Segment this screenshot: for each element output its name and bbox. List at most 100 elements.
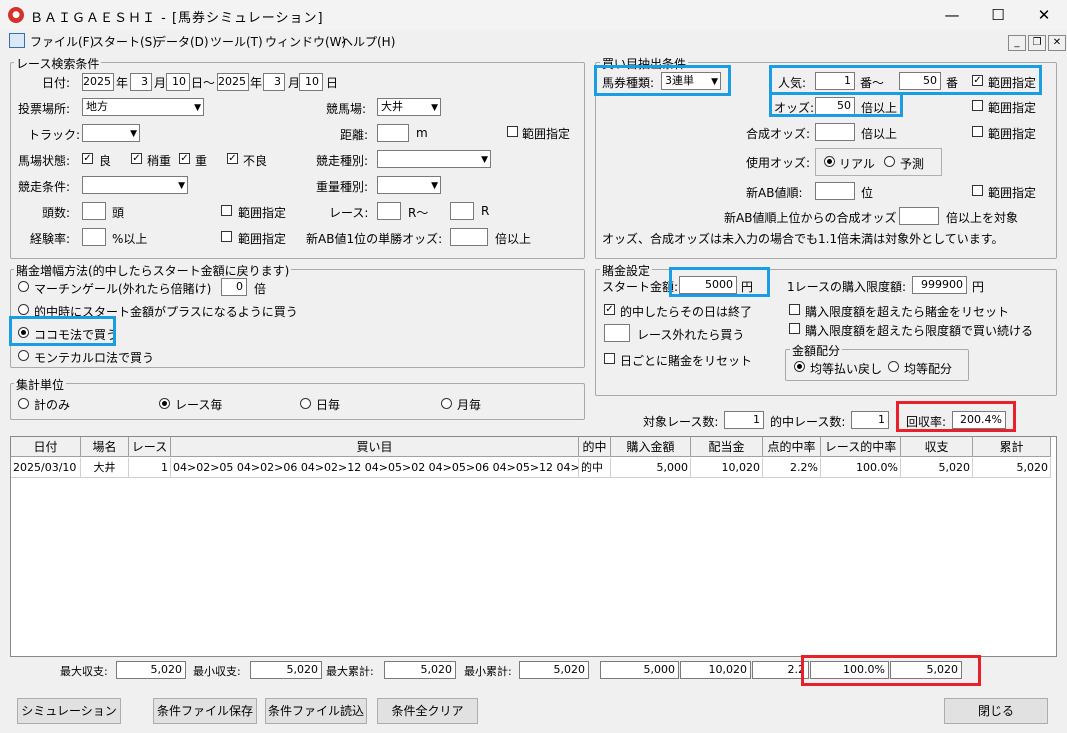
purchase-total: 5,000 (600, 661, 679, 679)
exp-range-checkbox[interactable] (221, 231, 232, 242)
col-purchase-header[interactable]: 購入金額 (611, 437, 691, 457)
menu-bar: ファイル(F) スタート(S) データ(D) ツール(T) ウィンドウ(W) ヘ… (0, 30, 1067, 51)
simulate-button[interactable]: シミュレーション (17, 698, 121, 724)
cond-bad-checkbox[interactable]: ✓ (227, 153, 238, 164)
venue-value: 地方 (86, 100, 108, 113)
reset-over-checkbox[interactable] (789, 304, 800, 315)
martingale-input[interactable]: 0 (221, 278, 247, 296)
mdi-restore-icon[interactable]: ❐ (1028, 35, 1046, 51)
race-from-input[interactable] (377, 202, 401, 220)
martingale-unit: 倍 (254, 282, 267, 296)
equal-dist-label: 均等配分 (904, 362, 953, 376)
distance-range-checkbox[interactable] (507, 126, 518, 137)
mdi-minimize-icon[interactable]: _ (1008, 35, 1026, 51)
course-label: 競馬場: (326, 102, 367, 116)
mdi-close-icon[interactable]: ✕ (1048, 35, 1066, 51)
venue-label: 投票場所: (18, 102, 71, 116)
use-odds-label: 使用オッズ: (746, 156, 811, 170)
col-race-rate-header[interactable]: レース的中率 (821, 437, 901, 457)
load-conditions-button[interactable]: 条件ファイル読込 (265, 698, 367, 724)
monte-radio[interactable] (18, 350, 29, 361)
race-type-select[interactable]: ▼ (377, 150, 491, 168)
track-select[interactable]: ▼ (82, 124, 140, 142)
hit-race-label: 的中レース数: (770, 415, 846, 429)
total-only-radio[interactable] (18, 398, 29, 409)
window-title: ＢＡＩＧＡＥＳＨＩ - [馬券シミュレーション] (30, 11, 324, 26)
from-month-input[interactable]: 3 (130, 73, 152, 91)
ab-top-input[interactable] (899, 207, 939, 225)
monthly-radio[interactable] (441, 398, 452, 409)
condition-label: 馬場状態: (18, 154, 71, 168)
weight-type-select[interactable]: ▼ (377, 176, 441, 194)
course-select[interactable]: 大井 ▼ (377, 98, 441, 116)
menu-file[interactable]: ファイル(F) (30, 33, 94, 50)
col-date-header[interactable]: 日付 (11, 437, 81, 457)
per-race-radio[interactable] (159, 398, 170, 409)
menu-data[interactable]: データ(D) (154, 33, 209, 50)
head-range-checkbox[interactable] (221, 205, 232, 216)
close-icon[interactable]: ✕ (1021, 0, 1067, 30)
to-month-input[interactable]: 3 (263, 73, 285, 91)
equal-return-radio[interactable] (794, 361, 805, 372)
from-year-input[interactable]: 2025 (82, 73, 114, 91)
odds-forecast-radio[interactable] (884, 156, 895, 167)
col-payout-header[interactable]: 配当金 (691, 437, 763, 457)
combined-range-checkbox[interactable] (972, 126, 983, 137)
col-point-rate-header[interactable]: 点的中率 (763, 437, 821, 457)
cond-heavy-checkbox[interactable]: ✓ (179, 153, 190, 164)
menu-window[interactable]: ウィンドウ(W) (265, 33, 346, 50)
cond-good-checkbox[interactable]: ✓ (82, 153, 93, 164)
col-race-header[interactable]: レース (129, 437, 171, 457)
miss-count-input[interactable] (604, 324, 630, 342)
minimize-icon[interactable]: — (929, 0, 975, 30)
ab-top-unit: 倍以上を対象 (946, 211, 1019, 225)
ab-rank-range-checkbox[interactable] (972, 185, 983, 196)
ab-odds-input[interactable] (450, 228, 488, 246)
head-count-input[interactable] (82, 202, 106, 220)
race-to-input[interactable] (450, 202, 474, 220)
martingale-radio[interactable] (18, 281, 29, 292)
to-year-input[interactable]: 2025 (217, 73, 249, 91)
daily-radio[interactable] (300, 398, 311, 409)
distance-input[interactable] (377, 124, 409, 142)
chevron-down-icon: ▼ (178, 181, 185, 191)
from-day-input[interactable]: 10 (166, 73, 190, 91)
maximize-icon[interactable]: ☐ (975, 0, 1021, 30)
menu-help[interactable]: ヘルプ(H) (341, 33, 395, 50)
menu-start[interactable]: スタート(S) (92, 33, 157, 50)
col-hit-header[interactable]: 的中 (579, 437, 611, 457)
reset-over-label: 購入限度額を超えたら賭金をリセット (805, 305, 1010, 319)
cond-slightly-checkbox[interactable]: ✓ (131, 153, 142, 164)
equal-dist-radio[interactable] (888, 361, 899, 372)
plus-radio[interactable] (18, 304, 29, 315)
col-venue-header[interactable]: 場名 (81, 437, 129, 457)
col-bets-header[interactable]: 買い目 (171, 437, 579, 457)
combined-odds-input[interactable] (815, 123, 855, 141)
clear-conditions-button[interactable]: 条件全クリア (377, 698, 478, 724)
to-day-input[interactable]: 10 (299, 73, 323, 91)
table-cell: 5,020 (901, 458, 973, 478)
ab-rank-input[interactable] (815, 182, 855, 200)
race-end-label: R (481, 204, 490, 218)
exp-input[interactable] (82, 228, 106, 246)
stop-on-hit-checkbox[interactable]: ✓ (604, 304, 615, 315)
odds-range-checkbox[interactable] (972, 100, 983, 111)
table-cell: 04>02>05 04>02>06 04>02>12 04>05>02 04>0… (171, 458, 579, 478)
year-unit: 年 (116, 76, 129, 90)
distance-unit: m (416, 126, 428, 140)
col-profit-header[interactable]: 収支 (901, 437, 973, 457)
cond-bad-label: 不良 (243, 154, 268, 168)
results-table[interactable]: 日付 場名 レース 買い目 的中 購入金額 配当金 点的中率 レース的中率 収支… (10, 436, 1057, 657)
col-cumulative-header[interactable]: 累計 (973, 437, 1051, 457)
daily-reset-checkbox[interactable] (604, 353, 615, 364)
close-button[interactable]: 閉じる (944, 698, 1048, 724)
race-cond-select[interactable]: ▼ (82, 176, 188, 194)
continue-over-checkbox[interactable] (789, 323, 800, 334)
save-conditions-button[interactable]: 条件ファイル保存 (153, 698, 257, 724)
venue-select[interactable]: 地方 ▼ (82, 98, 204, 116)
race-type-label: 競走種別: (316, 154, 369, 168)
odds-real-radio[interactable] (824, 156, 835, 167)
menu-tool[interactable]: ツール(T) (210, 33, 263, 50)
limit-input[interactable]: 999900 (912, 276, 967, 294)
stop-on-hit-label: 的中したらその日は終了 (620, 305, 753, 319)
